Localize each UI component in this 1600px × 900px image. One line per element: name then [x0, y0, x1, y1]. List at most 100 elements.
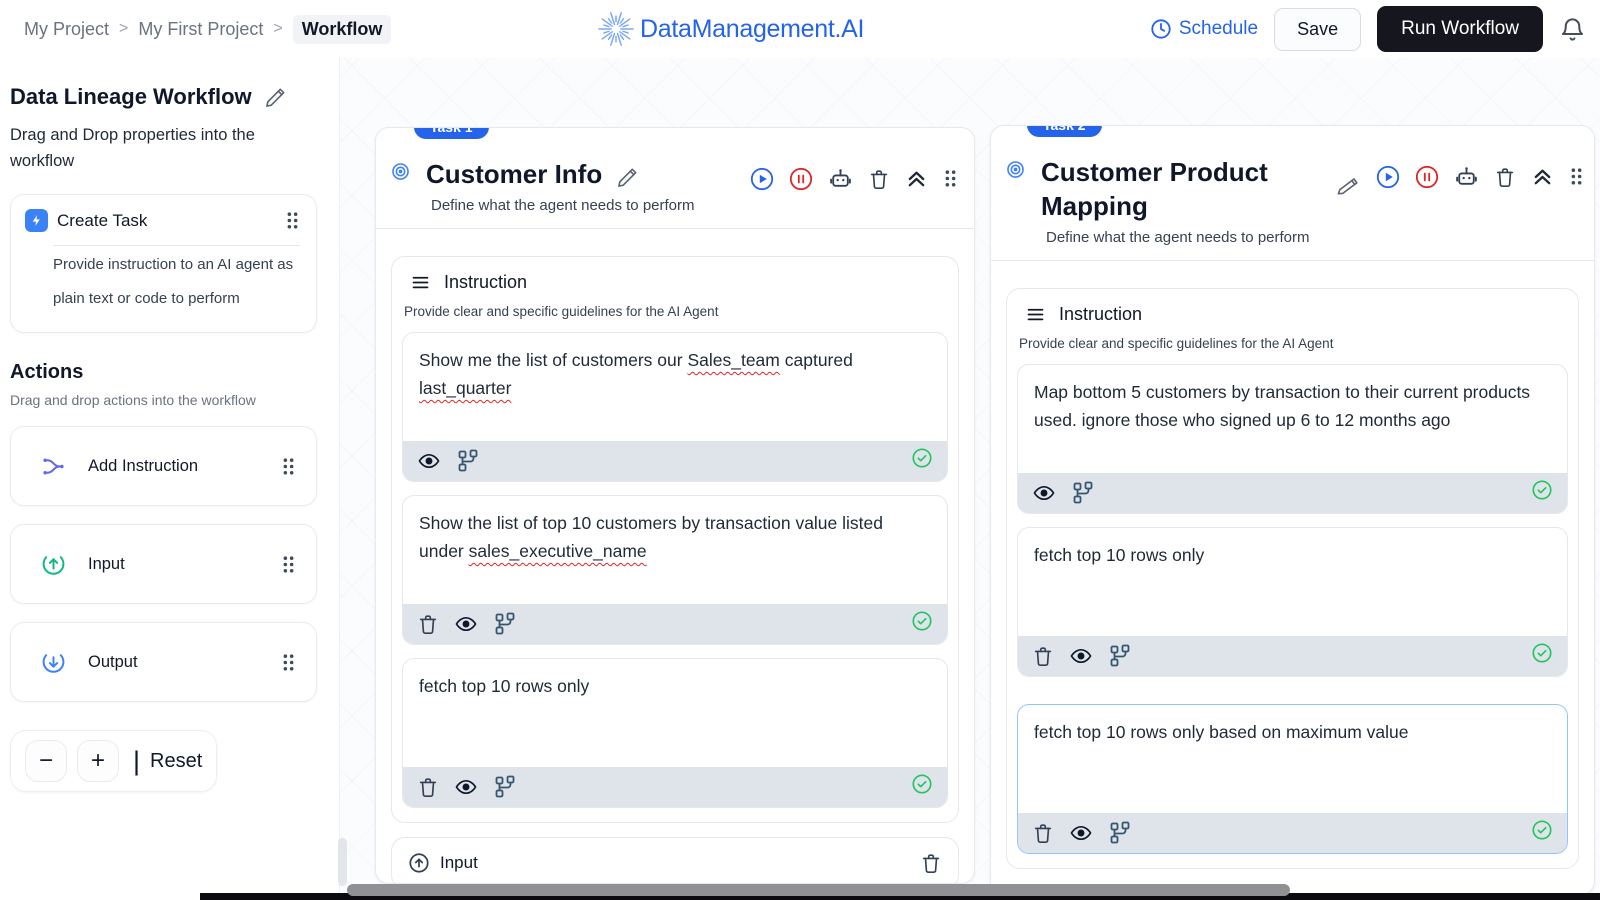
instruction-toolbar: [1018, 636, 1567, 676]
pause-task-icon[interactable]: [789, 167, 813, 191]
check-circle-icon: [911, 610, 933, 632]
task-card-1[interactable]: Task 1 Customer Info Define what the age…: [375, 127, 975, 884]
header-actions: Schedule Save Run Workflow: [1150, 0, 1586, 58]
instruction-toolbar: [1018, 813, 1567, 853]
run-workflow-button[interactable]: Run Workflow: [1377, 6, 1543, 52]
trash-icon[interactable]: [417, 613, 439, 635]
eye-icon[interactable]: [1032, 481, 1056, 505]
branch-icon[interactable]: [493, 612, 517, 636]
target-icon: [1006, 160, 1025, 179]
branch-icon[interactable]: [456, 449, 480, 473]
instruction-box[interactable]: Map bottom 5 customers by transaction to…: [1017, 364, 1568, 514]
top-bar: My Project > My First Project > Workflow…: [0, 0, 1600, 58]
actions-subtitle: Drag and drop actions into the workflow: [10, 392, 317, 408]
breadcrumb-my-project[interactable]: My Project: [24, 19, 109, 40]
bell-icon[interactable]: [1559, 16, 1586, 43]
instruction-toolbar: [403, 604, 947, 644]
workflow-canvas[interactable]: Task 1 Customer Info Define what the age…: [340, 58, 1600, 900]
check-circle-icon: [1531, 642, 1553, 664]
schedule-button[interactable]: Schedule: [1150, 18, 1258, 40]
drag-handle-icon[interactable]: [281, 652, 296, 673]
misspelled-word: Sales_team: [687, 350, 779, 370]
collapse-task-icon[interactable]: [905, 167, 928, 190]
save-button[interactable]: Save: [1274, 8, 1361, 51]
instruction-text[interactable]: fetch top 10 rows only: [403, 659, 947, 767]
zoom-reset-button[interactable]: Reset: [150, 750, 202, 773]
drag-handle-icon[interactable]: [1569, 166, 1584, 187]
action-input[interactable]: Input: [10, 524, 317, 604]
zoom-controls: − + | Reset: [10, 730, 217, 792]
play-task-icon[interactable]: [750, 167, 774, 191]
branch-icon[interactable]: [493, 775, 517, 799]
actions-title: Actions: [10, 361, 317, 384]
delete-input-icon[interactable]: [920, 852, 942, 874]
misspelled-word: sales_executive_name: [469, 541, 647, 561]
edit-workflow-title-icon[interactable]: [264, 86, 287, 109]
drag-handle-icon[interactable]: [281, 554, 296, 575]
vertical-scrollbar-thumb[interactable]: [338, 838, 347, 886]
instruction-text[interactable]: fetch top 10 rows only: [1018, 528, 1567, 636]
play-task-icon[interactable]: [1376, 165, 1400, 189]
branch-icon[interactable]: [1108, 644, 1132, 668]
workflow-title: Data Lineage Workflow: [10, 84, 252, 110]
trash-icon[interactable]: [1032, 822, 1054, 844]
create-task-card[interactable]: Create Task Provide instruction to an AI…: [10, 194, 317, 333]
instruction-text[interactable]: Map bottom 5 customers by transaction to…: [1018, 365, 1567, 473]
instruction-section: Instruction Provide clear and specific g…: [391, 256, 959, 823]
workflow-subtitle: Drag and Drop properties into the workfl…: [10, 122, 300, 174]
drag-handle-icon[interactable]: [281, 456, 296, 477]
hamburger-icon[interactable]: [1025, 304, 1046, 325]
edit-task-title-icon[interactable]: [616, 166, 639, 189]
drag-handle-icon[interactable]: [285, 210, 300, 231]
branch-icon[interactable]: [1071, 481, 1095, 505]
instruction-list: Map bottom 5 customers by transaction to…: [1017, 364, 1568, 854]
instruction-text[interactable]: fetch top 10 rows only based on maximum …: [1018, 705, 1567, 813]
zoom-out-button[interactable]: −: [25, 740, 67, 782]
target-icon: [391, 162, 410, 181]
eye-icon[interactable]: [417, 449, 441, 473]
sidebar: Data Lineage Workflow Drag and Drop prop…: [0, 58, 340, 900]
zoom-in-button[interactable]: +: [77, 740, 119, 782]
hamburger-icon[interactable]: [410, 272, 431, 293]
edit-task-title-icon[interactable]: [1335, 173, 1361, 199]
arrow-down-circle-icon: [41, 650, 66, 675]
task-subtitle: Define what the agent needs to perform: [1046, 229, 1576, 246]
check-circle-icon: [911, 447, 933, 469]
pause-task-icon[interactable]: [1415, 165, 1439, 189]
eye-icon[interactable]: [1069, 821, 1093, 845]
action-label: Add Instruction: [88, 457, 281, 476]
zoom-divider: |: [133, 746, 140, 777]
breadcrumb-my-first-project[interactable]: My First Project: [138, 19, 263, 40]
trash-icon[interactable]: [1032, 645, 1054, 667]
instruction-list: Show me the list of customers our Sales_…: [402, 332, 948, 808]
input-section-label: Input: [440, 853, 478, 873]
robot-agent-icon[interactable]: [828, 166, 853, 191]
input-section[interactable]: Input: [391, 837, 959, 884]
delete-task-icon[interactable]: [868, 168, 890, 190]
action-output[interactable]: Output: [10, 622, 317, 702]
eye-icon[interactable]: [454, 775, 478, 799]
instruction-box[interactable]: fetch top 10 rows only based on maximum …: [1017, 704, 1568, 854]
action-add-instruction[interactable]: Add Instruction: [10, 426, 317, 506]
create-task-label: Create Task: [57, 211, 285, 231]
check-circle-icon: [1531, 479, 1553, 501]
task-card-2[interactable]: Task 2 Customer Product Mapping Define w…: [990, 125, 1595, 895]
action-label: Output: [88, 653, 281, 672]
horizontal-scrollbar-thumb[interactable]: [347, 884, 1290, 896]
instruction-text[interactable]: Show me the list of customers our Sales_…: [403, 333, 947, 441]
instruction-box[interactable]: fetch top 10 rows only: [402, 658, 948, 808]
eye-icon[interactable]: [1069, 644, 1093, 668]
eye-icon[interactable]: [454, 612, 478, 636]
instruction-box[interactable]: Show the list of top 10 customers by tra…: [402, 495, 948, 645]
instruction-box[interactable]: Show me the list of customers our Sales_…: [402, 332, 948, 482]
branch-icon[interactable]: [1108, 821, 1132, 845]
instruction-section-title: Instruction: [444, 272, 527, 293]
instruction-box[interactable]: fetch top 10 rows only: [1017, 527, 1568, 677]
instruction-text[interactable]: Show the list of top 10 customers by tra…: [403, 496, 947, 604]
trash-icon[interactable]: [417, 776, 439, 798]
instruction-section: Instruction Provide clear and specific g…: [1006, 288, 1579, 869]
drag-handle-icon[interactable]: [943, 168, 958, 189]
delete-task-icon[interactable]: [1494, 166, 1516, 188]
collapse-task-icon[interactable]: [1531, 165, 1554, 188]
robot-agent-icon[interactable]: [1454, 164, 1479, 189]
